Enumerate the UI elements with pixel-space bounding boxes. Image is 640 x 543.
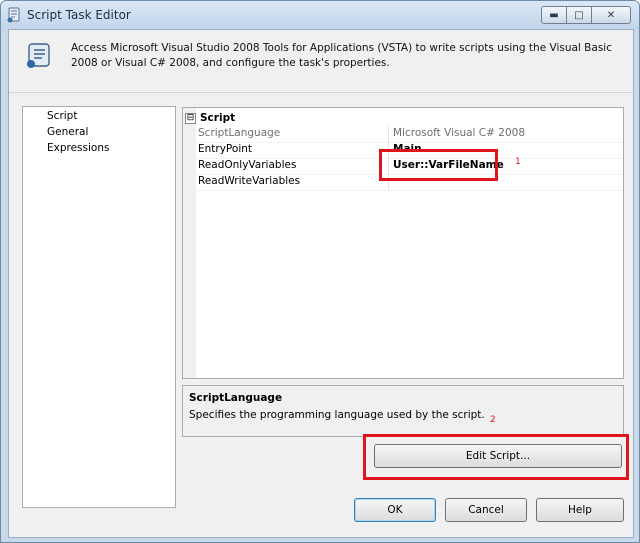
help-button[interactable]: Help (536, 498, 624, 522)
property-name: ReadOnlyVariables (198, 159, 297, 171)
property-grid-gutter (183, 108, 196, 378)
script-task-icon (7, 7, 20, 23)
close-button[interactable]: ✕ (591, 6, 631, 24)
property-name: EntryPoint (198, 143, 253, 155)
annotation-number-1: 1 (515, 157, 521, 167)
category-label: Script (200, 112, 236, 124)
property-name: ScriptLanguage (198, 127, 281, 139)
nav-item-expressions[interactable]: Expressions (47, 142, 109, 154)
script-scroll-icon (27, 43, 50, 68)
annotation-box-readonly-variables (379, 149, 498, 181)
property-value: Microsoft Visual C# 2008 (393, 127, 525, 139)
annotation-box-edit-script (363, 434, 629, 480)
property-description-panel: ScriptLanguage Specifies the programming… (182, 385, 624, 437)
minimize-icon: ▬ (549, 9, 559, 21)
description-text: Specifies the programming language used … (189, 409, 485, 421)
maximize-button[interactable]: □ (566, 6, 592, 24)
page-navigation-list: Script General Expressions (22, 106, 176, 508)
script-task-editor-window: Script Task Editor ▬ □ ✕ Access Microsof… (0, 0, 640, 543)
nav-item-script[interactable]: Script (47, 110, 77, 122)
property-grid: ⊟ Script ScriptLanguage Microsoft Visual… (182, 107, 624, 379)
maximize-icon: □ (574, 9, 584, 21)
header-separator (9, 92, 633, 93)
property-name: ReadWriteVariables (198, 175, 301, 187)
category-row-script[interactable]: ⊟ Script (183, 111, 623, 126)
minimize-button[interactable]: ▬ (541, 6, 567, 24)
annotation-number-2: 2 (490, 415, 496, 425)
cancel-button[interactable]: Cancel (445, 498, 527, 522)
collapse-icon[interactable]: ⊟ (185, 113, 196, 124)
window-controls: ▬ □ ✕ (541, 6, 631, 24)
title-bar[interactable]: Script Task Editor ▬ □ ✕ (1, 1, 639, 29)
window-title: Script Task Editor (27, 8, 131, 22)
ok-button[interactable]: OK (354, 498, 436, 522)
close-icon: ✕ (606, 9, 616, 21)
row-divider (196, 190, 623, 191)
nav-item-general[interactable]: General (47, 126, 88, 138)
property-row-scriptlanguage[interactable]: ScriptLanguage Microsoft Visual C# 2008 (196, 126, 623, 142)
header-description: Access Microsoft Visual Studio 2008 Tool… (71, 42, 612, 69)
description-title: ScriptLanguage (189, 392, 283, 404)
